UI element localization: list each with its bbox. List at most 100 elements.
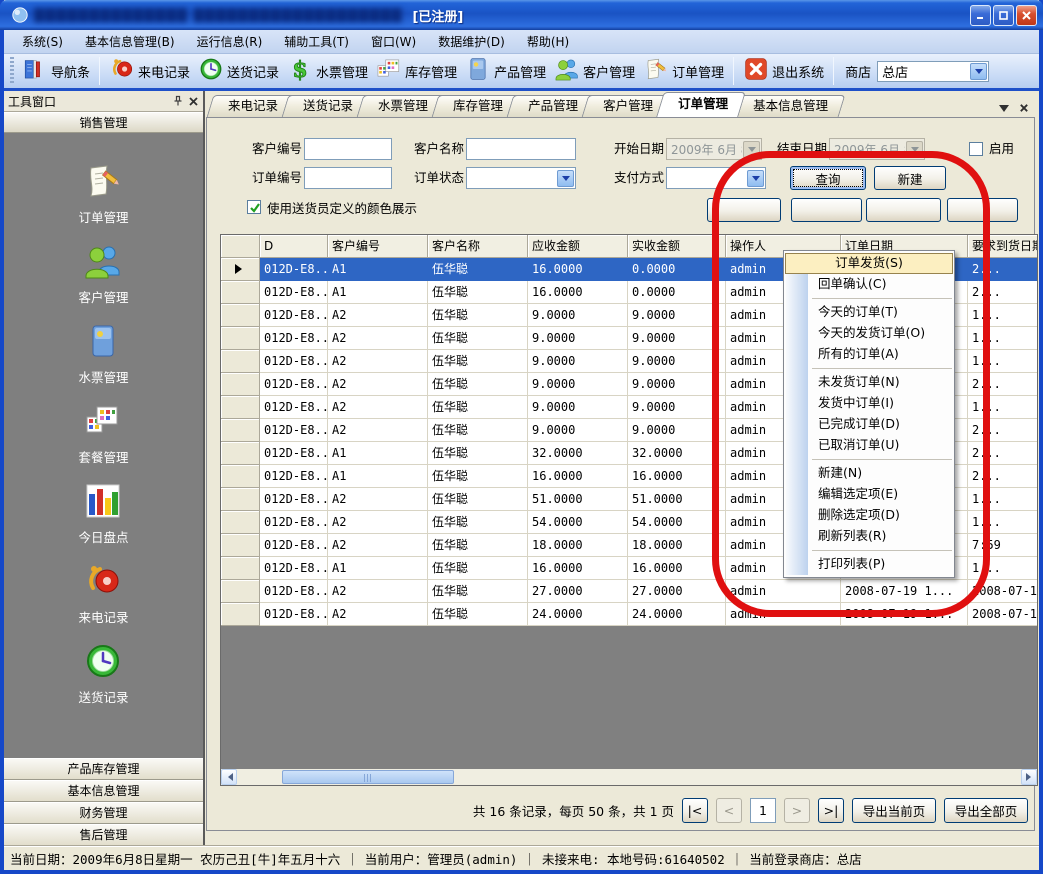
cell[interactable]: 18.0000: [528, 534, 628, 557]
context-menu-item-1[interactable]: 回单确认(C): [784, 274, 954, 295]
cell[interactable]: 1...: [968, 327, 1038, 350]
tab-close-icon[interactable]: [1019, 103, 1029, 113]
sidebar-item-6[interactable]: 送货记录: [78, 641, 128, 706]
context-menu-item-10[interactable]: 已取消订单(U): [784, 435, 954, 456]
shop-dropdown-icon[interactable]: [970, 63, 987, 80]
cell[interactable]: A2: [328, 511, 428, 534]
sidebar-item-5[interactable]: 来电记录: [78, 561, 128, 626]
menu-item-5[interactable]: 数据维护(D): [428, 31, 515, 52]
cell[interactable]: 0.0000: [628, 258, 726, 281]
row-header-cell[interactable]: [221, 419, 260, 442]
delivery-color-checkbox[interactable]: [247, 200, 261, 214]
minimize-button[interactable]: [970, 5, 991, 26]
sidebar-item-3[interactable]: 套餐管理: [78, 401, 128, 466]
sidebar-item-0[interactable]: 订单管理: [78, 161, 128, 226]
cell[interactable]: 伍华聪: [428, 465, 528, 488]
row-header-cell[interactable]: [221, 258, 260, 281]
tab-订单管理[interactable]: 订单管理: [660, 92, 742, 117]
column-header-7[interactable]: 要求到货日期: [968, 235, 1038, 258]
cell[interactable]: A1: [328, 281, 428, 304]
pin-icon[interactable]: [172, 95, 184, 107]
start-date-dropdown-icon[interactable]: [743, 141, 760, 158]
context-menu-item-8[interactable]: 发货中订单(I): [784, 393, 954, 414]
maximize-button[interactable]: [993, 5, 1014, 26]
context-menu-item-15[interactable]: 刷新列表(R): [784, 526, 954, 547]
cell[interactable]: 51.0000: [528, 488, 628, 511]
toolbar-grip[interactable]: [10, 57, 14, 85]
customer-code-input[interactable]: [304, 138, 392, 160]
cell[interactable]: 伍华聪: [428, 580, 528, 603]
shop-combobox[interactable]: 总店: [877, 61, 989, 82]
cell[interactable]: 012D-E8...: [260, 396, 328, 419]
context-menu-item-14[interactable]: 删除选定项(D): [784, 505, 954, 526]
table-row[interactable]: 012D-E8...A2伍华聪27.000027.0000admin2008-0…: [221, 580, 1037, 603]
sidebar-item-4[interactable]: 今日盘点: [78, 481, 128, 546]
context-menu-item-17[interactable]: 打印列表(P): [784, 554, 954, 575]
context-menu-item-9[interactable]: 已完成订单(D): [784, 414, 954, 435]
export-current-page-button[interactable]: 导出当前页: [852, 798, 936, 823]
cell[interactable]: 7:59: [968, 534, 1038, 557]
row-header-cell[interactable]: [221, 603, 260, 626]
sidebar-section-2[interactable]: 财务管理: [4, 802, 203, 824]
toolbar-button-4[interactable]: 库存管理: [372, 54, 461, 88]
row-header-cell[interactable]: [221, 373, 260, 396]
row-header-cell[interactable]: [221, 327, 260, 350]
context-menu-item-3[interactable]: 今天的订单(T): [784, 302, 954, 323]
cell[interactable]: 18.0000: [628, 534, 726, 557]
cell[interactable]: 012D-E8...: [260, 603, 328, 626]
row-header-cell[interactable]: [221, 304, 260, 327]
cell[interactable]: 伍华聪: [428, 488, 528, 511]
last-page-button[interactable]: >|: [818, 798, 844, 823]
cell[interactable]: 伍华聪: [428, 534, 528, 557]
column-header-4[interactable]: 实收金额: [628, 235, 726, 258]
cell[interactable]: 9.0000: [528, 327, 628, 350]
cell[interactable]: 2008-07-19 1...: [968, 580, 1038, 603]
scrollbar-thumb[interactable]: [282, 770, 454, 784]
customer-name-input[interactable]: [466, 138, 576, 160]
cell[interactable]: 012D-E8...: [260, 465, 328, 488]
cell[interactable]: 012D-E8...: [260, 281, 328, 304]
cell[interactable]: 2008-07-19 1...: [841, 580, 968, 603]
cell[interactable]: A2: [328, 419, 428, 442]
context-menu-item-4[interactable]: 今天的发货订单(O): [784, 323, 954, 344]
cell[interactable]: 1...: [968, 557, 1038, 580]
cell[interactable]: 54.0000: [628, 511, 726, 534]
close-button[interactable]: [1016, 5, 1037, 26]
row-header-cell[interactable]: [221, 465, 260, 488]
row-header-cell[interactable]: [221, 442, 260, 465]
cell[interactable]: A2: [328, 373, 428, 396]
new-button[interactable]: 新建: [874, 166, 946, 190]
cell[interactable]: 9.0000: [528, 350, 628, 373]
cell[interactable]: 012D-E8...: [260, 534, 328, 557]
cell[interactable]: 9.0000: [628, 396, 726, 419]
cell[interactable]: 伍华聪: [428, 350, 528, 373]
cell[interactable]: 16.0000: [628, 465, 726, 488]
cell[interactable]: 伍华聪: [428, 396, 528, 419]
end-date-dropdown-icon[interactable]: [906, 141, 923, 158]
cell[interactable]: 012D-E8...: [260, 488, 328, 511]
order-status-dropdown-icon[interactable]: [557, 170, 574, 187]
cell[interactable]: 1...: [968, 350, 1038, 373]
cell[interactable]: 9.0000: [628, 350, 726, 373]
toolbar-button-7[interactable]: 订单管理: [639, 54, 728, 88]
sidebar-section-3[interactable]: 售后管理: [4, 824, 203, 846]
row-header-cell[interactable]: [221, 534, 260, 557]
enable-date-checkbox[interactable]: [969, 142, 983, 156]
cell[interactable]: 32.0000: [528, 442, 628, 465]
start-date-picker[interactable]: 2009年 6月 8日: [666, 138, 762, 160]
cell[interactable]: 9.0000: [528, 304, 628, 327]
cell[interactable]: A2: [328, 534, 428, 557]
cell[interactable]: A1: [328, 258, 428, 281]
cell[interactable]: 2008-07-19 1...: [841, 603, 968, 626]
horizontal-scrollbar[interactable]: [221, 769, 1037, 785]
menu-item-0[interactable]: 系统(S): [12, 31, 73, 52]
cell[interactable]: 2008-07-19 1...: [968, 603, 1038, 626]
cell[interactable]: 伍华聪: [428, 557, 528, 580]
cell[interactable]: 2...: [968, 281, 1038, 304]
page-number-input[interactable]: 1: [750, 798, 776, 823]
cell[interactable]: 54.0000: [528, 511, 628, 534]
sidebar-item-1[interactable]: 客户管理: [78, 241, 128, 306]
context-menu-item-5[interactable]: 所有的订单(A): [784, 344, 954, 365]
tab-来电记录[interactable]: 来电记录: [210, 95, 292, 117]
cell[interactable]: 9.0000: [628, 419, 726, 442]
